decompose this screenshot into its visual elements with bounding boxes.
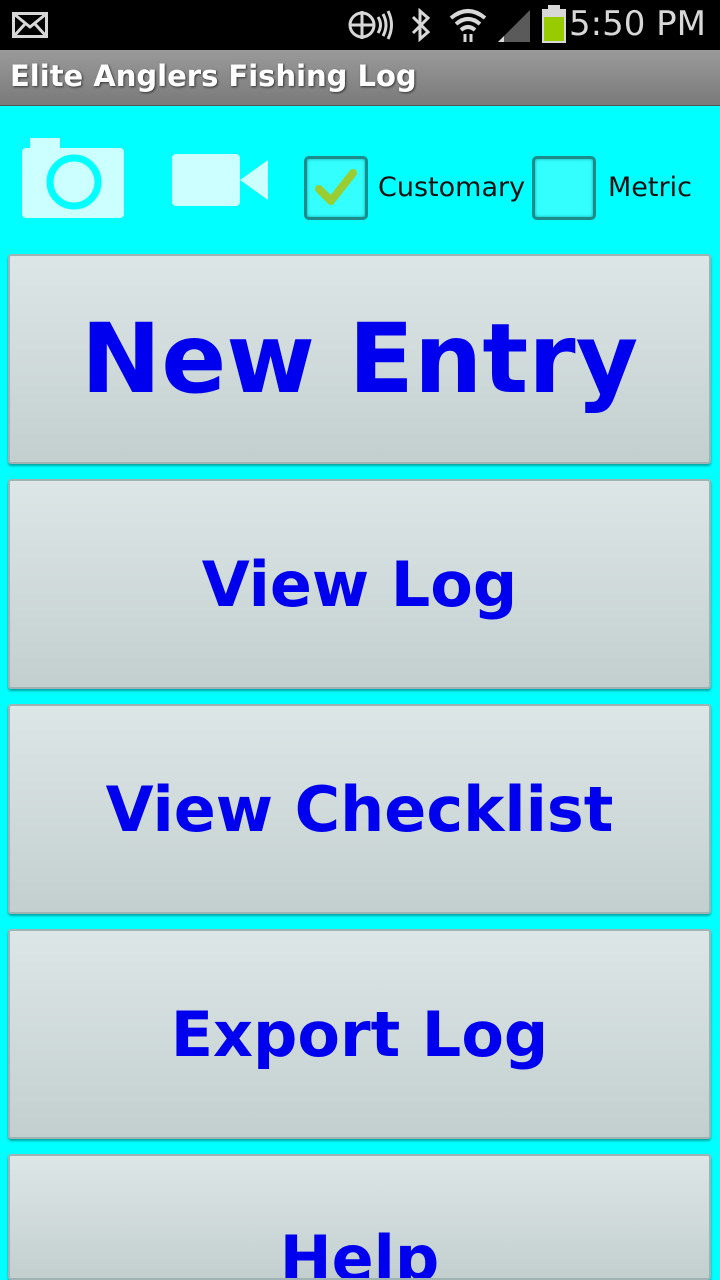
new-entry-label: New Entry bbox=[80, 303, 639, 415]
export-log-label: Export Log bbox=[170, 997, 549, 1071]
video-camera-icon bbox=[172, 154, 268, 206]
help-button[interactable]: Help bbox=[8, 1154, 711, 1280]
toolbar: Customary Metric bbox=[0, 106, 720, 252]
signal-icon bbox=[498, 10, 530, 42]
mail-icon bbox=[12, 12, 48, 38]
status-bar: 5:50 PM bbox=[0, 0, 720, 50]
bluetooth-icon bbox=[411, 8, 431, 42]
metric-checkbox[interactable] bbox=[532, 156, 596, 220]
new-entry-button[interactable]: New Entry bbox=[8, 254, 711, 464]
export-log-button[interactable]: Export Log bbox=[8, 929, 711, 1139]
camera-icon bbox=[22, 138, 124, 218]
metric-label: Metric bbox=[608, 172, 692, 203]
app-title: Elite Anglers Fishing Log bbox=[10, 59, 417, 93]
video-button[interactable] bbox=[170, 152, 270, 210]
status-time: 5:50 PM bbox=[569, 4, 706, 44]
camera-button[interactable] bbox=[20, 136, 126, 220]
wifi-icon bbox=[449, 9, 487, 42]
view-log-label: View Log bbox=[201, 547, 518, 621]
nfc-icon bbox=[348, 10, 393, 40]
help-label: Help bbox=[279, 1222, 440, 1280]
battery-icon bbox=[542, 5, 566, 43]
check-mark-icon bbox=[315, 169, 357, 205]
customary-checkbox[interactable] bbox=[304, 156, 368, 220]
view-checklist-label: View Checklist bbox=[105, 772, 614, 846]
view-log-button[interactable]: View Log bbox=[8, 479, 711, 689]
customary-label: Customary bbox=[378, 172, 526, 203]
view-checklist-button[interactable]: View Checklist bbox=[8, 704, 711, 914]
title-bar: Elite Anglers Fishing Log bbox=[0, 50, 720, 106]
